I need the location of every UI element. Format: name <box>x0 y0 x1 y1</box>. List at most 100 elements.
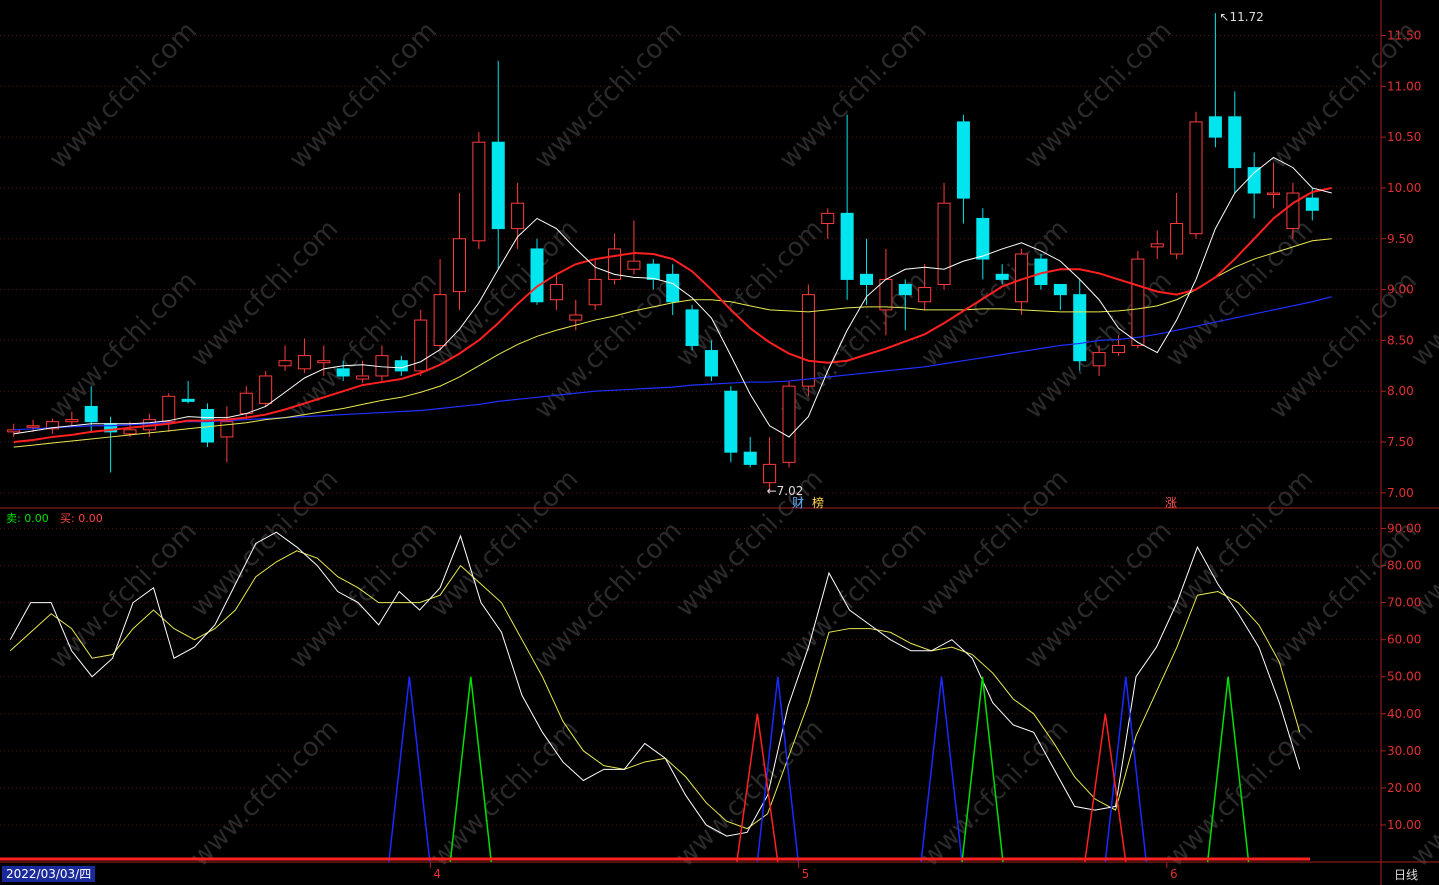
watermark-text: www.cfchi.com <box>774 516 933 675</box>
candle-body <box>627 260 641 270</box>
candle <box>7 423 21 437</box>
candle <box>530 238 544 305</box>
watermark-text: www.cfchi.com <box>1160 714 1319 873</box>
candle <box>452 193 466 310</box>
candle-body <box>1111 344 1125 354</box>
candle-body <box>1170 223 1184 255</box>
watermark-text: www.cfchi.com <box>425 714 584 873</box>
candle-body <box>433 294 447 346</box>
candle <box>1189 111 1203 239</box>
high-annotation: ↖11.72 <box>1219 10 1263 24</box>
signal-spike-blue <box>1104 676 1147 863</box>
candle-body <box>879 278 893 311</box>
candle-body <box>452 238 466 293</box>
candle <box>414 309 428 376</box>
candle-body <box>860 273 874 285</box>
price-tick-label: 11.50 <box>1387 28 1421 42</box>
candle <box>1247 152 1261 219</box>
candle-body <box>1092 352 1106 367</box>
x-tick-label: 4 <box>433 867 441 881</box>
watermark-text: www.cfchi.com <box>425 464 584 623</box>
candle <box>433 259 447 351</box>
candle <box>763 436 777 491</box>
candle <box>860 238 874 305</box>
watermark-text: www.cfchi.com <box>670 464 829 623</box>
candle-body <box>646 263 660 280</box>
candle <box>1208 13 1222 148</box>
osc-tick-label: 20.00 <box>1387 781 1421 795</box>
sell-value: 0.00 <box>24 512 49 525</box>
candle <box>491 60 505 270</box>
candle-body <box>588 278 602 306</box>
candle-body <box>239 392 253 415</box>
candle-body <box>394 360 408 372</box>
candle-body <box>1208 116 1222 138</box>
candle-body <box>1267 192 1281 196</box>
candle-body <box>162 395 176 423</box>
candle <box>201 403 215 448</box>
candle <box>840 114 854 300</box>
candle-body <box>724 390 738 453</box>
price-tick-label: 10.00 <box>1387 181 1421 195</box>
watermark-text: www.cfchi.com <box>1160 464 1319 623</box>
candle-body <box>549 283 563 301</box>
price-tick-label: 9.00 <box>1387 283 1414 297</box>
candle-body <box>1305 197 1319 211</box>
price-tick-label: 9.50 <box>1387 232 1414 246</box>
signal-spike-blue <box>388 676 431 863</box>
candle <box>297 338 311 373</box>
candle-body <box>1228 116 1242 169</box>
candle-body <box>356 375 370 380</box>
candle <box>937 182 951 290</box>
candle <box>627 220 641 275</box>
candle-body <box>743 451 757 465</box>
candle-body <box>704 350 718 377</box>
event-marker-rise[interactable]: 涨 <box>1165 494 1177 511</box>
stock-chart: www.cfchi.comwww.cfchi.comwww.cfchi.comw… <box>0 0 1439 885</box>
candle-body <box>1053 283 1067 296</box>
candle <box>220 406 234 463</box>
candle <box>511 182 525 249</box>
candle <box>259 370 273 407</box>
price-tick-label: 8.00 <box>1387 384 1414 398</box>
event-marker-list[interactable]: 榜 <box>812 494 824 511</box>
candle-body <box>26 425 40 428</box>
candle <box>1228 91 1242 194</box>
osc-tick-label: 90.00 <box>1387 522 1421 536</box>
osc-tick-label: 40.00 <box>1387 707 1421 721</box>
candle <box>1053 283 1067 310</box>
watermark-text: www.cfchi.com <box>185 214 344 373</box>
candle-body <box>336 368 350 377</box>
candle <box>782 381 796 468</box>
candle-body <box>956 121 970 199</box>
candle-body <box>898 283 912 296</box>
candle-body <box>65 419 79 423</box>
candle-body <box>375 355 389 377</box>
candle-body <box>976 217 990 260</box>
candle-body <box>1247 167 1261 194</box>
candle-body <box>491 141 505 230</box>
candle <box>976 208 990 280</box>
candle <box>608 233 622 285</box>
buy-label: 买: <box>60 512 75 525</box>
watermark-text: www.cfchi.com <box>284 516 443 675</box>
candle <box>1267 162 1281 209</box>
period-selector[interactable]: 日线 <box>1394 866 1418 883</box>
candle-body <box>685 309 699 346</box>
buy-legend: 买: 0.00 <box>60 510 103 526</box>
price-tick-label: 8.50 <box>1387 333 1414 347</box>
event-marker-finance[interactable]: 财 <box>792 494 804 511</box>
candle-body <box>782 385 796 463</box>
candle-body <box>472 141 486 242</box>
candle-body <box>1073 294 1087 362</box>
watermark-text: www.cfchi.com <box>529 16 688 175</box>
candle <box>549 274 563 310</box>
price-tick-label: 7.50 <box>1387 435 1414 449</box>
watermark-text: www.cfchi.com <box>529 516 688 675</box>
x-tick-label: 5 <box>802 867 810 881</box>
price-tick-label: 7.00 <box>1387 486 1414 500</box>
candle <box>472 132 486 249</box>
candle-body <box>801 294 815 387</box>
watermark-text: www.cfchi.com <box>185 464 344 623</box>
candle <box>1170 193 1184 260</box>
